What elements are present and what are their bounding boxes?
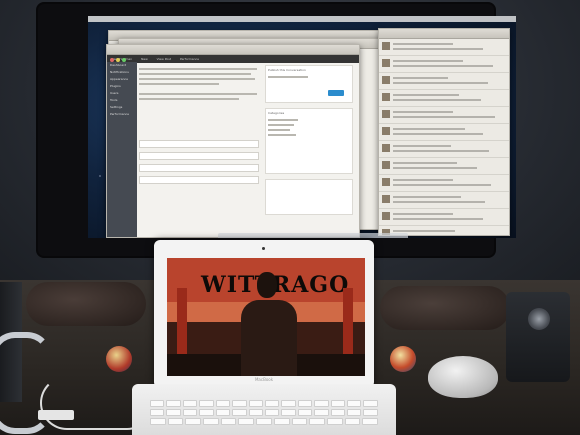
publish-panel: Publish this Conversation Categories xyxy=(265,65,353,225)
wp-admin-bar: Mark Hoffman New View Post Performance xyxy=(107,55,359,63)
sidebar-item-notifications[interactable]: Notifications xyxy=(107,69,137,76)
admin-bar-item-performance[interactable]: Performance xyxy=(180,57,199,61)
sidebar-item-tools[interactable]: Tools xyxy=(107,97,137,104)
post-field[interactable] xyxy=(139,140,259,148)
toy-ball xyxy=(106,346,132,372)
external-monitor: Mark Hoffman New View Post Performance D… xyxy=(38,4,516,256)
list-item[interactable] xyxy=(379,209,509,226)
wordpress-editor-window: Mark Hoffman New View Post Performance D… xyxy=(106,44,360,238)
speaker-person xyxy=(239,268,299,376)
laptop-brand-label: MacBook xyxy=(254,377,274,382)
mac-dock xyxy=(218,233,408,238)
laptop-display: WITTRAGO xyxy=(167,258,365,376)
window-titlebar xyxy=(379,29,509,39)
keyboard xyxy=(150,400,378,435)
list-item[interactable] xyxy=(379,158,509,175)
post-editor xyxy=(139,65,259,188)
laptop-lid: WITTRAGO MacBook xyxy=(154,240,374,388)
admin-bar-item-view-post[interactable]: View Post xyxy=(157,57,171,61)
list-item[interactable] xyxy=(379,124,509,141)
list-item[interactable] xyxy=(379,141,509,158)
laptop-base xyxy=(132,384,396,435)
list-item[interactable] xyxy=(379,175,509,192)
monitor-screen: Mark Hoffman New View Post Performance D… xyxy=(88,16,516,238)
usb-drive xyxy=(38,410,74,420)
publish-box: Publish this Conversation xyxy=(265,65,353,103)
sidebar-item-settings[interactable]: Settings xyxy=(107,104,137,111)
publish-button[interactable] xyxy=(328,90,344,96)
post-field[interactable] xyxy=(139,152,259,160)
list-item[interactable] xyxy=(379,56,509,73)
sidebar-item-users[interactable]: Users xyxy=(107,90,137,97)
computer-mouse xyxy=(428,356,498,398)
categories-box: Categories xyxy=(265,108,353,174)
sidebar-item-performance[interactable]: Performance xyxy=(107,111,137,118)
wp-sidebar: Dashboard Notifications Appearance Plugi… xyxy=(107,62,137,237)
sidebar-item-appearance[interactable]: Appearance xyxy=(107,76,137,83)
list-item[interactable] xyxy=(379,192,509,209)
speaker-right xyxy=(506,292,570,382)
skateboard-right xyxy=(380,286,510,330)
skateboard-left xyxy=(26,282,146,326)
window-titlebar xyxy=(107,45,359,62)
sidebar-item-dashboard[interactable]: Dashboard xyxy=(107,62,137,69)
mac-menu-bar xyxy=(88,16,516,22)
list-item[interactable] xyxy=(379,107,509,124)
post-field[interactable] xyxy=(139,164,259,172)
admin-bar-item-new[interactable]: New xyxy=(141,57,148,61)
post-field[interactable] xyxy=(139,176,259,184)
photo-scene: Mark Hoffman New View Post Performance D… xyxy=(0,0,580,435)
toy-ball xyxy=(390,346,416,372)
list-item[interactable] xyxy=(379,73,509,90)
publish-heading: Publish this Conversation xyxy=(268,68,306,72)
webcam xyxy=(262,247,265,250)
sidebar-item-plugins[interactable]: Plugins xyxy=(107,83,137,90)
list-item[interactable] xyxy=(379,90,509,107)
categories-heading: Categories xyxy=(268,111,285,115)
twitter-client-window xyxy=(378,28,510,236)
tags-box xyxy=(265,179,353,215)
speaker-cone xyxy=(528,308,550,330)
list-item[interactable] xyxy=(379,39,509,56)
